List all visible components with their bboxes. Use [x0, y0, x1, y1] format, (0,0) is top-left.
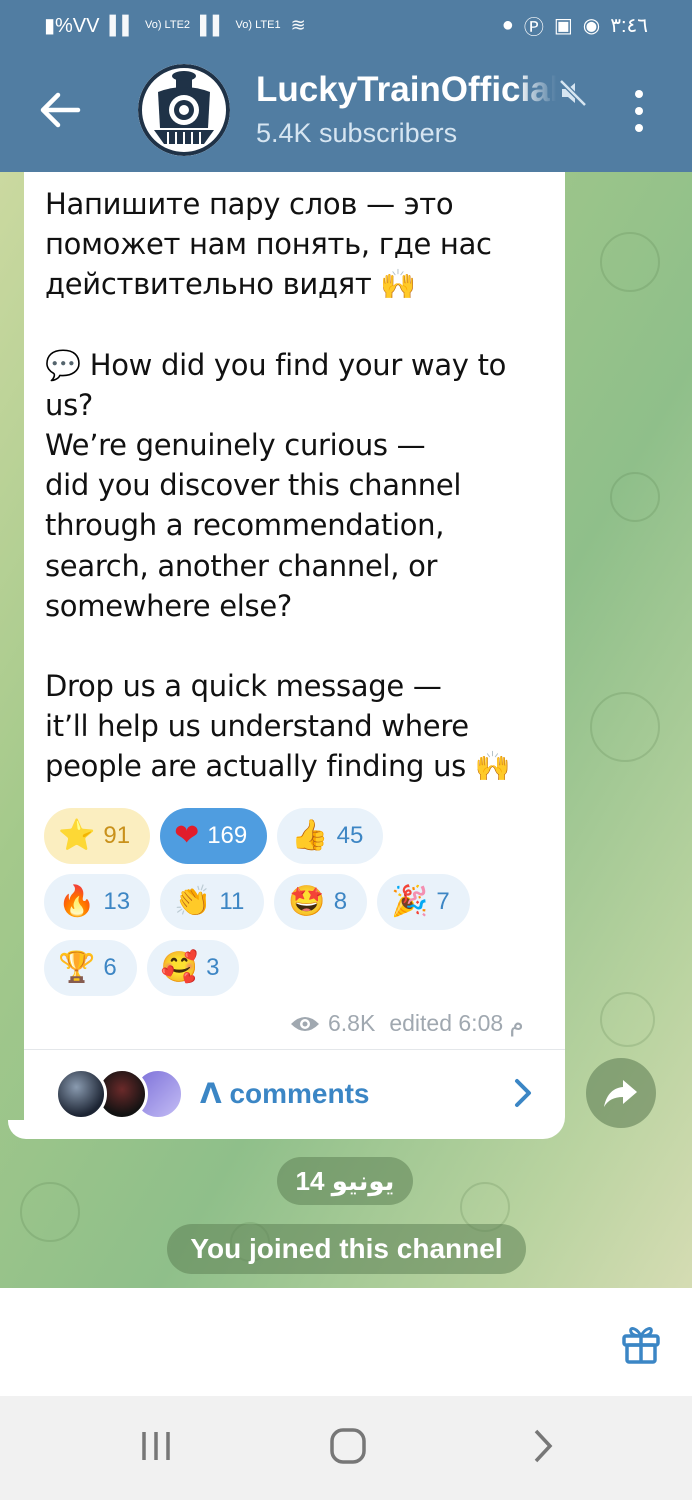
share-arrow-icon: [604, 1080, 637, 1107]
pinterest-icon: Ⓟ: [523, 16, 544, 39]
channel-title[interactable]: LuckyTrainOfficial: [256, 70, 556, 110]
arrow-left-icon[interactable]: [38, 88, 82, 132]
reaction-thumbs-up[interactable]: 👍 45: [277, 808, 384, 864]
reaction-count: 11: [219, 888, 245, 915]
party-popper-icon: 🎉: [391, 884, 429, 919]
star-struck-icon: 🤩: [288, 884, 326, 919]
sync-icon: ◉: [582, 14, 601, 37]
more-vertical-icon[interactable]: [624, 90, 654, 132]
reaction-fire[interactable]: 🔥 13: [44, 874, 151, 930]
commenter-avatar: [55, 1068, 107, 1120]
heart-icon: ❤: [174, 818, 200, 853]
edited-time: edited 6:08 م: [389, 1010, 524, 1036]
channel-header[interactable]: LuckyTrainOfficial 5.4K subscribers: [0, 50, 692, 172]
comments-label[interactable]: ᐱ comments: [200, 1077, 370, 1110]
thumbs-up-icon: 👍: [291, 818, 329, 853]
fire-icon: 🔥: [58, 884, 96, 919]
service-message: You joined this channel: [167, 1224, 526, 1274]
status-right: ● Ⓟ ▣ ◉ ٣:٤٦: [502, 11, 648, 40]
subscriber-count: 5.4K subscribers: [256, 118, 458, 148]
reaction-count: 8: [333, 888, 348, 915]
reaction-count: 6: [103, 954, 117, 981]
home-icon[interactable]: [329, 1428, 367, 1464]
reaction-count: 45: [336, 822, 364, 849]
comments-button[interactable]: ᐱ comments: [24, 1050, 565, 1138]
gift-icon[interactable]: [618, 1320, 664, 1366]
reaction-star-struck[interactable]: 🤩 8: [274, 874, 368, 930]
signal-icon: ▌▌: [109, 14, 135, 35]
message-text: Напишите пару слов — это поможет нам пон…: [45, 184, 555, 787]
reaction-heart[interactable]: ❤ 169: [160, 808, 268, 864]
message-bubble[interactable]: Напишите пару слов — это поможет нам пон…: [24, 172, 565, 1139]
message-paragraph-2: 💬 How did you find your way to us? We’re…: [45, 347, 507, 623]
status-time: ٣:٤٦: [610, 14, 648, 37]
reaction-party[interactable]: 🎉 7: [377, 874, 470, 930]
network-label-2: Vo) LTE1: [235, 19, 281, 31]
system-nav-bar: [0, 1396, 692, 1500]
reaction-clap[interactable]: 👏 11: [160, 874, 265, 930]
share-button[interactable]: [586, 1058, 656, 1128]
message-meta: 6.8K edited 6:08 م: [290, 1010, 524, 1037]
reactions: ⭐ 91 ❤ 169 👍 45 🔥 13 👏 11 🤩 8 🎉 7 🏆 6 🥰 …: [44, 808, 554, 1006]
wifi-icon: ≋: [290, 14, 306, 35]
clapping-hands-icon: 👏: [174, 884, 212, 919]
gallery-icon: ▣: [553, 14, 573, 37]
reaction-count: 3: [206, 954, 220, 981]
reaction-count: 91: [103, 822, 131, 849]
reaction-count: 13: [103, 888, 131, 915]
message-paragraph-3: Drop us a quick message — it’ll help us …: [45, 669, 511, 784]
reaction-trophy[interactable]: 🏆 6: [44, 940, 137, 996]
status-bar: ▮%VV ▌▌ Vo) LTE2 ▌▌ Vo) LTE1 ≋ ● Ⓟ ▣ ◉ ٣…: [0, 0, 692, 50]
eye-icon: [291, 1016, 319, 1031]
smiling-face-hearts-icon: 🥰: [160, 950, 199, 985]
date-separator: 14 يونيو: [277, 1157, 413, 1205]
message-paragraph-1: Напишите пару слов — это поможет нам пон…: [45, 187, 492, 302]
reaction-star[interactable]: ⭐ 91: [44, 808, 151, 864]
signal-icon-2: ▌▌: [200, 14, 226, 35]
reaction-count: 7: [436, 888, 450, 915]
train-logo-icon: [138, 64, 230, 156]
mute-speaker-icon: [559, 79, 587, 107]
recent-apps-icon[interactable]: [138, 1428, 174, 1464]
channel-avatar[interactable]: [138, 64, 230, 156]
status-left: ▮%VV ▌▌ Vo) LTE2 ▌▌ Vo) LTE1 ≋: [44, 13, 306, 38]
bottom-bar: [0, 1288, 692, 1396]
star-icon: ⭐: [58, 818, 96, 853]
reaction-count: 169: [207, 822, 248, 849]
status-left-text: ▮%VV: [44, 14, 100, 37]
trophy-icon: 🏆: [58, 950, 96, 985]
chevron-right-icon[interactable]: [512, 1078, 534, 1108]
network-label-1: Vo) LTE2: [144, 19, 191, 31]
view-count: 6.8K: [328, 1010, 376, 1036]
dot-icon: ●: [501, 13, 514, 36]
reaction-smiling-hearts[interactable]: 🥰 3: [146, 940, 240, 996]
back-nav-icon[interactable]: [530, 1428, 556, 1464]
